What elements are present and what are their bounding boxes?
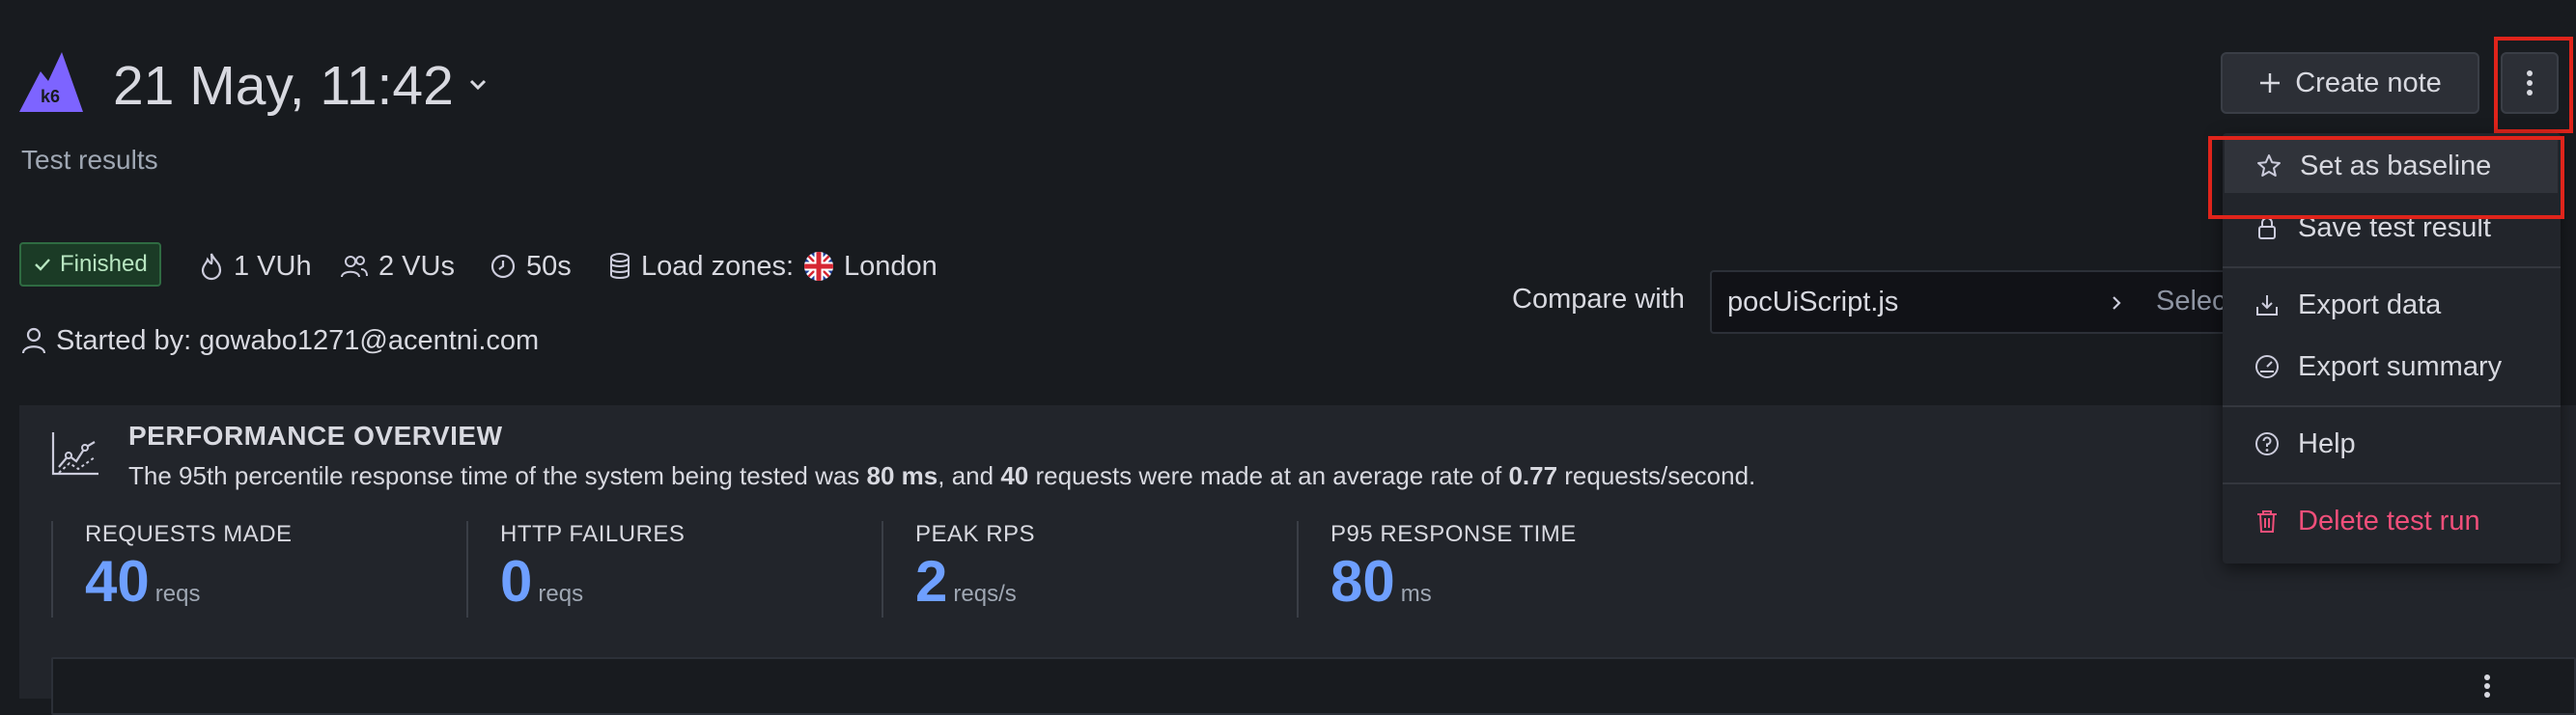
- metric-value: 2: [915, 549, 948, 614]
- performance-description: The 95th percentile response time of the…: [128, 461, 1756, 490]
- started-by-text: Started by: gowabo1271@acentni.com: [56, 324, 540, 356]
- panel-menu-icon[interactable]: [2483, 674, 2491, 699]
- compare-selector[interactable]: pocUiScript.js Select: [1710, 270, 2251, 334]
- duration-value: 50s: [526, 250, 572, 282]
- clock-icon: [490, 253, 517, 280]
- started-by: Started by: gowabo1271@acentni.com: [21, 321, 539, 360]
- compare-label: Compare with: [1512, 284, 1685, 315]
- help-icon: [2254, 430, 2281, 457]
- metric-value: 0: [500, 549, 533, 614]
- vus-value: 2 VUs: [378, 250, 455, 282]
- svg-text:k6: k6: [41, 87, 60, 106]
- vus-stat: 2 VUs: [340, 247, 455, 286]
- metric-unit: ms: [1400, 581, 1432, 607]
- vuh-value: 1 VUh: [234, 250, 312, 282]
- users-icon: [340, 254, 369, 279]
- metric-peak-rps: PEAK RPS 2 reqs/s: [882, 521, 1297, 618]
- chart-panel: [51, 657, 2576, 715]
- database-icon: [608, 252, 631, 281]
- metric-http-failures: HTTP FAILURES 0 reqs: [466, 521, 882, 618]
- chevron-right-icon: [2108, 289, 2127, 316]
- status-label: Finished: [60, 251, 148, 277]
- menu-item-label: Export data: [2298, 289, 2442, 320]
- create-note-label: Create note: [2295, 67, 2442, 98]
- check-icon: [33, 255, 52, 274]
- highlight-box: [2494, 37, 2573, 133]
- menu-divider: [2223, 482, 2561, 484]
- page-title: 21 May, 11:42: [113, 55, 454, 117]
- menu-item-help[interactable]: Help: [2223, 417, 2561, 471]
- metric-p95-response-time: P95 RESPONSE TIME 80 ms: [1297, 521, 1712, 618]
- metric-unit: reqs: [154, 581, 201, 607]
- compare-script: pocUiScript.js: [1727, 286, 1899, 317]
- gauge-icon: [2254, 353, 2281, 380]
- chart-trend-icon: [50, 430, 100, 477]
- plus-icon: [2258, 71, 2282, 95]
- chevron-down-icon[interactable]: [463, 70, 492, 99]
- menu-item-label: Export summary: [2298, 350, 2503, 382]
- metric-requests-made: REQUESTS MADE 40 reqs: [51, 521, 466, 618]
- menu-item-delete-test-run[interactable]: Delete test run: [2223, 494, 2561, 548]
- load-zones-label: Load zones:: [641, 250, 795, 282]
- menu-item-label: Help: [2298, 427, 2356, 459]
- status-badge: Finished: [19, 242, 161, 287]
- user-icon: [21, 327, 46, 354]
- load-zone-value: London: [844, 250, 938, 282]
- flame-icon: [199, 252, 224, 281]
- metric-unit: reqs: [538, 581, 584, 607]
- metric-value: 80: [1330, 549, 1395, 614]
- menu-item-label: Delete test run: [2298, 505, 2480, 536]
- download-icon: [2254, 291, 2281, 318]
- page-subtitle: Test results: [21, 145, 158, 175]
- metric-unit: reqs/s: [953, 581, 1017, 607]
- trash-icon: [2254, 508, 2281, 535]
- create-note-button[interactable]: Create note: [2221, 52, 2479, 114]
- vuh-stat: 1 VUh: [199, 247, 312, 286]
- performance-title: PERFORMANCE OVERVIEW: [128, 421, 503, 451]
- uk-flag-icon: [803, 251, 834, 282]
- metric-value: 40: [85, 549, 150, 614]
- menu-divider: [2223, 405, 2561, 407]
- load-zones-stat: Load zones: London: [608, 247, 938, 286]
- k6-logo: k6: [19, 52, 83, 112]
- highlight-box: [2208, 136, 2564, 219]
- menu-item-export-data[interactable]: Export data: [2223, 278, 2561, 332]
- menu-divider: [2223, 266, 2561, 268]
- duration-stat: 50s: [490, 247, 572, 286]
- menu-item-export-summary[interactable]: Export summary: [2223, 340, 2561, 394]
